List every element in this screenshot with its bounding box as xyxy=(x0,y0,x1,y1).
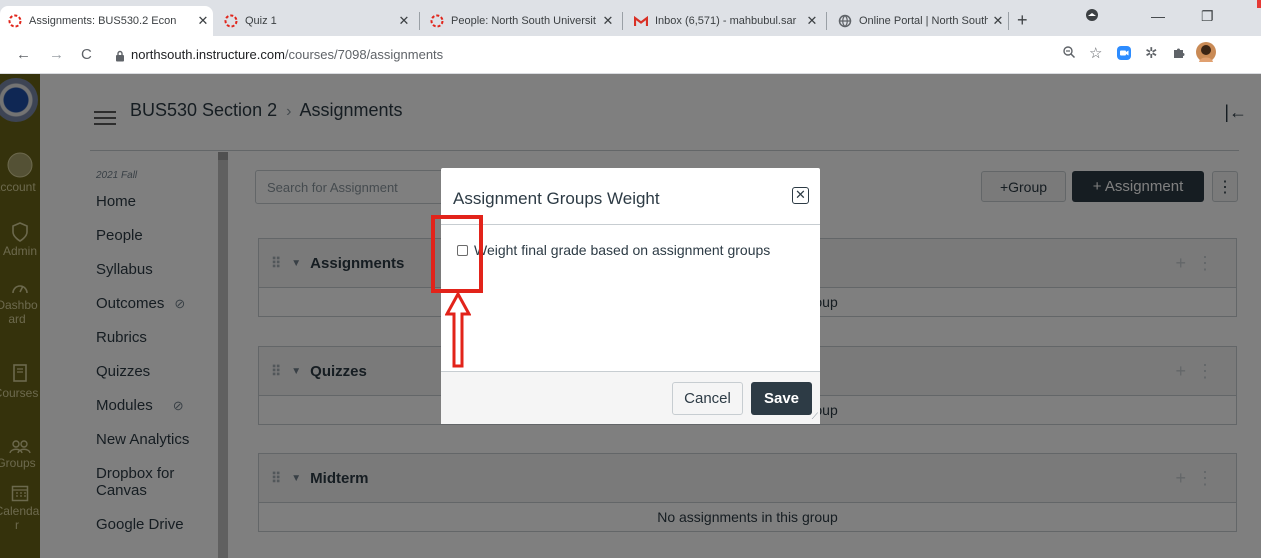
minimize-icon[interactable]: — xyxy=(1151,8,1165,24)
url-path: /courses/7098/assignments xyxy=(284,47,444,62)
tab-separator xyxy=(419,12,420,30)
globe-icon xyxy=(838,14,852,28)
star-icon[interactable]: ☆ xyxy=(1089,44,1102,62)
annotation-mark xyxy=(1257,0,1261,8)
restore-icon[interactable]: ❐ xyxy=(1201,8,1214,25)
puzzle-icon[interactable] xyxy=(1172,45,1186,64)
browser-tab-strip: Assignments: BUS530.2 Econ ✕ Quiz 1 ✕ Pe… xyxy=(0,0,1261,36)
screen: Assignments: BUS530.2 Econ ✕ Quiz 1 ✕ Pe… xyxy=(0,0,1261,558)
tab-separator xyxy=(1008,12,1009,30)
dialog-divider xyxy=(441,224,820,225)
tab-people[interactable]: People: North South Universit ✕ xyxy=(422,6,618,36)
tab-assignments[interactable]: Assignments: BUS530.2 Econ ✕ xyxy=(0,6,213,36)
tab-separator xyxy=(826,12,827,30)
tab-separator xyxy=(622,12,623,30)
canvas-icon xyxy=(224,14,238,28)
profile-icon[interactable] xyxy=(1085,8,1099,25)
assignment-groups-weight-dialog: Assignment Groups Weight ✕ Weight final … xyxy=(441,168,820,424)
annotation-arrow-icon xyxy=(445,292,471,368)
close-icon[interactable]: ✕ xyxy=(802,13,822,29)
address-bar: ← → C northsouth.instructure.com/courses… xyxy=(0,36,1261,74)
cancel-button[interactable]: Cancel xyxy=(672,382,743,415)
gmail-icon xyxy=(634,14,648,28)
tab-label: Quiz 1 xyxy=(245,15,277,27)
dialog-title: Assignment Groups Weight xyxy=(453,189,660,208)
back-icon[interactable]: ← xyxy=(16,46,31,63)
resize-handle-icon[interactable]: ⟋ xyxy=(812,411,818,422)
close-icon[interactable]: ✕ xyxy=(792,187,809,204)
tab-online-portal[interactable]: Online Portal | North South U ✕ xyxy=(830,6,1008,36)
lock-icon xyxy=(115,49,125,67)
new-tab-button[interactable]: + xyxy=(1017,10,1028,31)
close-icon[interactable]: ✕ xyxy=(193,13,213,29)
save-button[interactable]: Save xyxy=(751,382,812,415)
tab-quiz-1[interactable]: Quiz 1 ✕ xyxy=(216,6,414,36)
avatar[interactable] xyxy=(1196,42,1216,67)
close-icon[interactable]: ✕ xyxy=(394,13,414,29)
dialog-footer: Cancel Save ⟋ xyxy=(441,371,820,424)
url-host: northsouth.instructure.com xyxy=(131,47,285,62)
url-field[interactable]: northsouth.instructure.com/courses/7098/… xyxy=(131,47,443,62)
zoom-icon[interactable] xyxy=(1062,45,1076,64)
tab-inbox[interactable]: Inbox (6,571) - mahbubul.sar ✕ xyxy=(626,6,822,36)
annotation-highlight-box xyxy=(431,215,483,293)
extension-gear-icon[interactable]: ✲ xyxy=(1145,44,1158,62)
tab-label: Assignments: BUS530.2 Econ xyxy=(29,15,177,27)
tab-label: Online Portal | North South U xyxy=(859,15,988,27)
canvas-icon xyxy=(430,14,444,28)
close-icon[interactable]: ✕ xyxy=(598,13,618,29)
zoom-ext-icon[interactable] xyxy=(1116,45,1132,66)
tab-label: Inbox (6,571) - mahbubul.sar xyxy=(655,15,797,27)
tab-label: People: North South Universit xyxy=(451,15,596,27)
close-icon[interactable]: ✕ xyxy=(988,13,1008,29)
weight-checkbox-label[interactable]: Weight final grade based on assignment g… xyxy=(474,242,770,258)
forward-icon[interactable]: → xyxy=(49,46,64,63)
canvas-icon xyxy=(8,14,22,28)
reload-icon[interactable]: C xyxy=(81,46,92,63)
